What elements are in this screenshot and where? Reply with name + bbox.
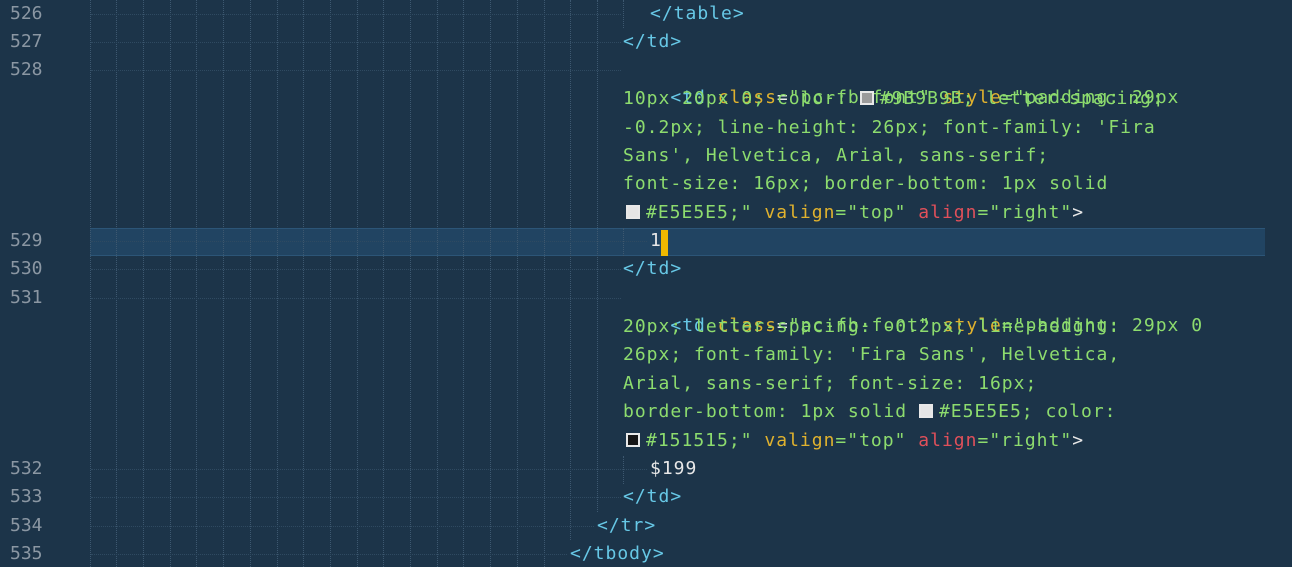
tag-close: > — [1072, 430, 1085, 451]
attr-name: align — [918, 430, 978, 451]
indent-guide — [623, 456, 624, 484]
code-line-528[interactable]: <td class="pc-fb-font" style="padding: 2… — [623, 56, 1179, 108]
attr-value: ="right" — [977, 430, 1073, 451]
color-swatch[interactable] — [918, 404, 933, 418]
indent-guide — [463, 0, 464, 567]
attr-value: ="right" — [977, 202, 1073, 223]
color-swatch[interactable] — [626, 433, 640, 447]
indent-guide — [570, 0, 571, 540]
indent-guide — [196, 0, 197, 567]
whitespace-dots — [91, 469, 647, 470]
text-cursor — [661, 230, 668, 256]
color-swatch[interactable] — [626, 205, 640, 219]
indent-guide — [544, 0, 545, 567]
color-swatch[interactable] — [859, 91, 874, 105]
code-line-528-wrap[interactable]: 10px 20px 0; color: #9B9B9B; letter-spac… — [623, 85, 1164, 113]
attr-name: valign — [764, 430, 836, 451]
attr-value: ="top" — [835, 202, 907, 223]
whitespace-dots — [91, 497, 621, 498]
line-number: 527 — [10, 31, 43, 52]
indent-guide — [303, 0, 304, 567]
code-editor[interactable]: 526 527 528 529 530 531 532 533 534 535 — [0, 0, 1292, 567]
indent-guide — [223, 0, 224, 567]
code-line-531-wrap[interactable]: 20px; letter-spacing: -0.2px; line-heigh… — [623, 313, 1120, 341]
code-line-533[interactable]: </td> — [623, 483, 682, 511]
style-text: #E5E5E5;" — [646, 202, 753, 223]
whitespace-dots — [91, 269, 621, 270]
indent-guide — [383, 0, 384, 567]
whitespace-dots — [91, 14, 621, 15]
line-number: 535 — [10, 543, 43, 564]
indent-guide — [490, 0, 491, 567]
line-number: 528 — [10, 59, 43, 80]
indent-guide — [250, 0, 251, 567]
code-line-534[interactable]: </tr> — [597, 512, 656, 540]
code-line-535[interactable]: </tbody> — [570, 540, 665, 567]
code-line-532[interactable]: $199 — [650, 455, 697, 483]
indent-guide — [623, 228, 624, 256]
indent-guide — [517, 0, 518, 567]
code-line-531[interactable]: <td class="pc-fb-font" style="padding: 2… — [623, 284, 1203, 336]
attr-name: align — [918, 202, 978, 223]
whitespace-dots — [91, 298, 621, 299]
indent-guide — [597, 0, 598, 512]
whitespace-dots — [91, 554, 567, 555]
whitespace-dots — [91, 70, 621, 71]
indent-guide — [357, 0, 358, 567]
style-text: border-bottom: 1px solid — [623, 401, 919, 422]
style-text: #E5E5E5; color: — [938, 401, 1117, 422]
line-number-gutter: 526 527 528 529 530 531 532 533 534 535 — [0, 0, 90, 567]
whitespace-dots — [91, 42, 621, 43]
line-number: 532 — [10, 458, 43, 479]
code-line-528-wrap[interactable]: -0.2px; line-height: 26px; font-family: … — [623, 114, 1156, 142]
indent-guide — [330, 0, 331, 567]
indent-guide — [90, 0, 91, 567]
code-line-531-wrap[interactable]: Arial, sans-serif; font-size: 16px; — [623, 370, 1037, 398]
whitespace-dots — [91, 241, 647, 242]
code-line-528-wrap[interactable]: #E5E5E5;" valign="top" align="right"> — [626, 199, 1084, 227]
code-line-526[interactable]: </table> — [650, 0, 745, 28]
code-line-531-wrap[interactable]: border-bottom: 1px solid #E5E5E5; color: — [623, 398, 1117, 426]
indent-guide — [437, 0, 438, 567]
code-line-528-wrap[interactable]: Sans', Helvetica, Arial, sans-serif; — [623, 142, 1049, 170]
line-number: 533 — [10, 486, 43, 507]
indent-guide — [277, 0, 278, 567]
style-text: #151515;" — [646, 430, 753, 451]
line-number: 529 — [10, 230, 43, 251]
indent-guide — [116, 0, 117, 567]
line-number: 530 — [10, 258, 43, 279]
style-text: 10px 20px 0; color: — [623, 88, 860, 109]
line-number: 531 — [10, 287, 43, 308]
code-line-531-wrap[interactable]: #151515;" valign="top" align="right"> — [626, 427, 1084, 455]
line-number: 526 — [10, 3, 43, 24]
code-line-531-wrap[interactable]: 26px; font-family: 'Fira Sans', Helvetic… — [623, 341, 1120, 369]
indent-guide — [410, 0, 411, 567]
line-number: 534 — [10, 515, 43, 536]
indent-guide — [623, 0, 624, 28]
code-line-528-wrap[interactable]: font-size: 16px; border-bottom: 1px soli… — [623, 170, 1108, 198]
code-line-530[interactable]: </td> — [623, 255, 682, 283]
indent-guide — [143, 0, 144, 567]
code-line-527[interactable]: </td> — [623, 28, 682, 56]
whitespace-dots — [91, 526, 594, 527]
indent-guide — [170, 0, 171, 567]
style-text: #9B9B9B; letter-spacing: — [879, 88, 1164, 109]
tag-close: > — [1072, 202, 1085, 223]
current-line-highlight — [90, 228, 1265, 256]
attr-value: ="top" — [835, 430, 907, 451]
attr-name: valign — [764, 202, 836, 223]
